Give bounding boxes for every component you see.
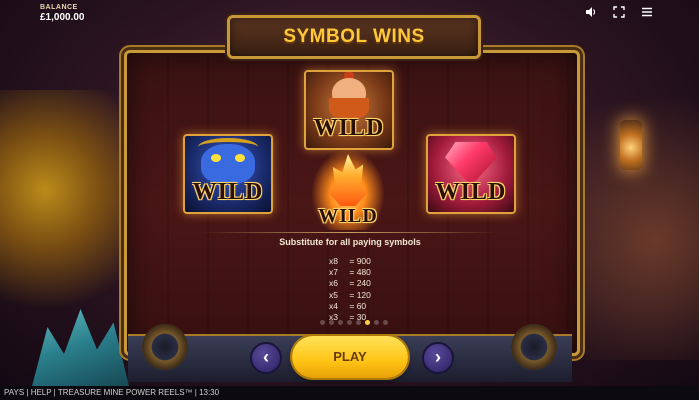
game-name: TREASURE MINE POWER REELS™ <box>57 388 193 397</box>
page-title: SYMBOL WINS <box>283 26 425 47</box>
title-plate: SYMBOL WINS <box>227 15 481 59</box>
footer-text: PAYS | HELP | TREASURE MINE POWER REELS™… <box>4 388 219 397</box>
pay-value: = 900 <box>349 256 371 266</box>
pay-value: = 480 <box>349 267 371 278</box>
pay-value: = 120 <box>349 289 371 300</box>
paytable-row: x7 = 480 <box>329 267 389 278</box>
clock: 13:30 <box>199 388 220 397</box>
dwarf-wild-symbol: WILD <box>304 70 394 150</box>
next-page-button[interactable]: › <box>422 342 454 374</box>
wild-label: WILD <box>313 115 385 141</box>
pay-count: x8 <box>329 256 338 266</box>
page-dot[interactable] <box>347 320 352 325</box>
wild-label: WILD <box>318 205 378 227</box>
lantern-decoration <box>620 120 642 170</box>
page-dot[interactable] <box>356 320 361 325</box>
wheel-decoration <box>142 324 188 370</box>
play-button[interactable]: PLAY <box>292 336 408 378</box>
wild-label: WILD <box>435 179 507 205</box>
page-indicator <box>320 320 388 325</box>
paytable-row: x5 = 120 <box>329 290 389 301</box>
paytable-row: x6 = 240 <box>329 278 389 289</box>
pay-value: = 240 <box>349 278 371 289</box>
monster-wild-symbol: WILD <box>183 134 273 214</box>
menu-icon[interactable] <box>641 6 653 20</box>
monster-eye <box>235 154 245 162</box>
paytable-row: x4 = 60 <box>329 301 389 312</box>
speaker-icon[interactable] <box>585 6 597 20</box>
pay-count: x5 <box>329 289 338 300</box>
page-dot[interactable] <box>338 320 343 325</box>
page-dot[interactable] <box>365 320 370 325</box>
monster-icon <box>201 144 255 184</box>
wheel-decoration <box>511 324 557 370</box>
help-link[interactable]: HELP <box>31 388 52 397</box>
pays-link[interactable]: PAYS <box>4 388 24 397</box>
symbol-description: Substitute for all paying symbols <box>279 237 421 247</box>
wild-label: WILD <box>192 179 264 205</box>
balance-label: BALANCE <box>40 4 78 11</box>
flame-icon <box>329 154 367 206</box>
divider <box>200 232 500 233</box>
page-dot[interactable] <box>374 320 379 325</box>
pay-count: x7 <box>329 267 338 278</box>
page-dot[interactable] <box>320 320 325 325</box>
page-dot[interactable] <box>383 320 388 325</box>
fullscreen-icon[interactable] <box>613 6 625 20</box>
monster-eye <box>211 154 221 162</box>
pay-value: = 60 <box>349 300 367 311</box>
balance-value: £1,000.00 <box>40 12 85 23</box>
pay-count: x6 <box>329 278 338 289</box>
top-icons <box>585 6 653 20</box>
gem-wild-symbol: WILD <box>426 134 516 214</box>
page-dot[interactable] <box>329 320 334 325</box>
pay-count: x4 <box>329 300 338 311</box>
paytable-list: x8 = 900 x7 = 480 x6 = 240 x5 = 120 x4 =… <box>329 256 389 323</box>
previous-page-button[interactable]: ‹ <box>250 342 282 374</box>
fire-wild-symbol: WILD <box>312 150 384 230</box>
footer-bar: PAYS | HELP | TREASURE MINE POWER REELS™… <box>0 386 699 400</box>
paytable-row: x8 = 900 <box>329 256 389 267</box>
